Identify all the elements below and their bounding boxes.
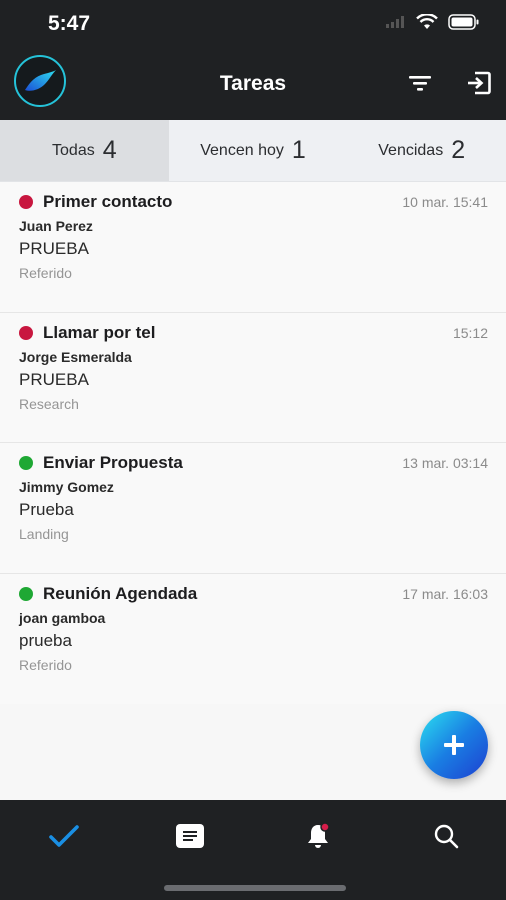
task-source: Landing bbox=[19, 526, 69, 542]
cellular-signal-icon bbox=[386, 16, 404, 28]
task-item[interactable]: Enviar Propuesta 13 mar. 03:14 Jimmy Gom… bbox=[0, 443, 506, 574]
tab-count: 1 bbox=[291, 136, 306, 164]
task-description: Prueba bbox=[19, 500, 74, 519]
check-icon bbox=[49, 825, 79, 847]
status-icons bbox=[386, 14, 480, 30]
task-title: Enviar Propuesta bbox=[43, 453, 183, 472]
task-title: Primer contacto bbox=[43, 192, 173, 211]
tab-label: Vencidas bbox=[378, 141, 444, 159]
tab-todas[interactable]: Todas 4 bbox=[0, 120, 169, 181]
task-source: Referido bbox=[19, 265, 72, 281]
task-source: Research bbox=[19, 395, 79, 412]
logout-button[interactable] bbox=[464, 68, 494, 98]
task-description: prueba bbox=[19, 630, 72, 650]
app-header: Tareas bbox=[0, 46, 506, 120]
task-contact: Juan Perez bbox=[19, 218, 93, 234]
nav-notifications[interactable] bbox=[298, 816, 338, 856]
task-contact: joan gamboa bbox=[19, 609, 106, 626]
tab-count: 4 bbox=[102, 136, 117, 164]
task-title: Reunión Agendada bbox=[43, 583, 198, 603]
status-bar: 5:47 bbox=[0, 0, 506, 46]
battery-icon bbox=[448, 14, 479, 30]
task-description: PRUEBA bbox=[19, 239, 89, 258]
filter-icon bbox=[409, 76, 431, 91]
plus-icon bbox=[444, 735, 464, 755]
tab-label: Todas bbox=[52, 141, 95, 159]
nav-tasks[interactable] bbox=[44, 816, 84, 856]
task-time: 10 mar. 15:41 bbox=[402, 194, 488, 210]
wifi-icon bbox=[416, 14, 438, 29]
add-task-button[interactable] bbox=[420, 711, 488, 779]
task-time: 13 mar. 03:14 bbox=[402, 455, 488, 471]
task-description: PRUEBA bbox=[19, 369, 89, 389]
status-dot bbox=[19, 325, 33, 340]
tab-vencidas[interactable]: Vencidas 2 bbox=[337, 120, 506, 181]
logout-icon bbox=[468, 71, 491, 95]
status-dot bbox=[19, 195, 33, 209]
bell-icon bbox=[308, 822, 330, 848]
filter-button[interactable] bbox=[405, 68, 435, 98]
status-dot bbox=[19, 456, 33, 470]
task-item[interactable]: Primer contacto 10 mar. 15:41 Juan Perez… bbox=[0, 182, 506, 313]
task-source: Referido bbox=[19, 656, 72, 673]
tab-count: 2 bbox=[451, 136, 466, 164]
search-icon bbox=[434, 824, 459, 849]
task-title: Llamar por tel bbox=[43, 322, 156, 342]
task-list: Primer contacto 10 mar. 15:41 Juan Perez… bbox=[0, 182, 506, 704]
status-dot bbox=[19, 586, 33, 601]
tab-label: Vencen hoy bbox=[200, 141, 284, 159]
nav-search[interactable] bbox=[426, 816, 466, 856]
task-time: 15:12 bbox=[452, 324, 488, 341]
task-item[interactable]: Llamar por tel 15:12 Jorge Esmeralda PRU… bbox=[0, 312, 506, 443]
task-time: 17 mar. 16:03 bbox=[402, 585, 488, 602]
home-indicator bbox=[164, 885, 346, 891]
task-contact: Jorge Esmeralda bbox=[19, 348, 132, 365]
status-time: 5:47 bbox=[48, 12, 91, 35]
task-item[interactable]: Reunión Agendada 17 mar. 16:03 joan gamb… bbox=[0, 573, 506, 704]
notes-icon bbox=[176, 824, 204, 848]
task-contact: Jimmy Gomez bbox=[19, 479, 114, 495]
filter-tabs: Todas 4 Vencen hoy 1 Vencidas 2 bbox=[0, 120, 506, 182]
tab-vencen-hoy[interactable]: Vencen hoy 1 bbox=[169, 120, 338, 181]
nav-notes[interactable] bbox=[170, 816, 210, 856]
